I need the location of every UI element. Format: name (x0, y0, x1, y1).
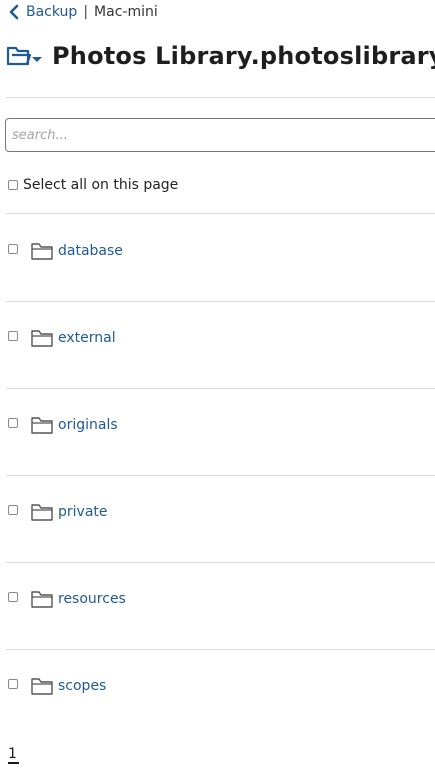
breadcrumb-back-label[interactable]: Backup (26, 4, 77, 20)
breadcrumb: Backup | Mac-mini (8, 3, 158, 21)
item-name-link[interactable]: database (58, 243, 123, 259)
select-all-label[interactable]: Select all on this page (23, 177, 178, 193)
folder-icon (31, 503, 53, 521)
page-title: Photos Library.photoslibrary (52, 42, 435, 70)
folder-icon (31, 242, 53, 260)
item-name-link[interactable]: external (58, 330, 116, 346)
list-item: originals (6, 388, 435, 475)
folder-icon (31, 590, 53, 608)
item-name-link[interactable]: private (58, 504, 108, 520)
item-checkbox[interactable] (8, 331, 18, 341)
chevron-left-icon (8, 4, 20, 20)
item-checkbox[interactable] (8, 244, 18, 254)
search-input[interactable] (5, 118, 435, 152)
page-header: Photos Library.photoslibrary (6, 38, 435, 74)
list-item: scopes (6, 649, 435, 736)
pagination-current-page[interactable]: 1 (8, 746, 19, 764)
item-name-link[interactable]: scopes (58, 678, 106, 694)
header-divider (6, 97, 435, 98)
item-name-link[interactable]: resources (58, 591, 126, 607)
item-checkbox[interactable] (8, 679, 18, 689)
list-item: external (6, 301, 435, 388)
item-checkbox[interactable] (8, 418, 18, 428)
folder-icon (31, 329, 53, 347)
item-name-link[interactable]: originals (58, 417, 118, 433)
list-item: database (6, 214, 435, 301)
list-item: resources (6, 562, 435, 649)
list-item: private (6, 475, 435, 562)
breadcrumb-separator: | (83, 4, 89, 20)
folder-dropdown-icon[interactable] (6, 42, 44, 70)
select-all-row: Select all on this page (8, 176, 178, 194)
item-checkbox[interactable] (8, 592, 18, 602)
breadcrumb-host: Mac-mini (94, 4, 158, 20)
item-checkbox[interactable] (8, 505, 18, 515)
folder-icon (31, 416, 53, 434)
select-all-checkbox[interactable] (8, 180, 18, 190)
folder-icon (31, 677, 53, 695)
breadcrumb-back-link[interactable]: Backup (8, 4, 77, 20)
